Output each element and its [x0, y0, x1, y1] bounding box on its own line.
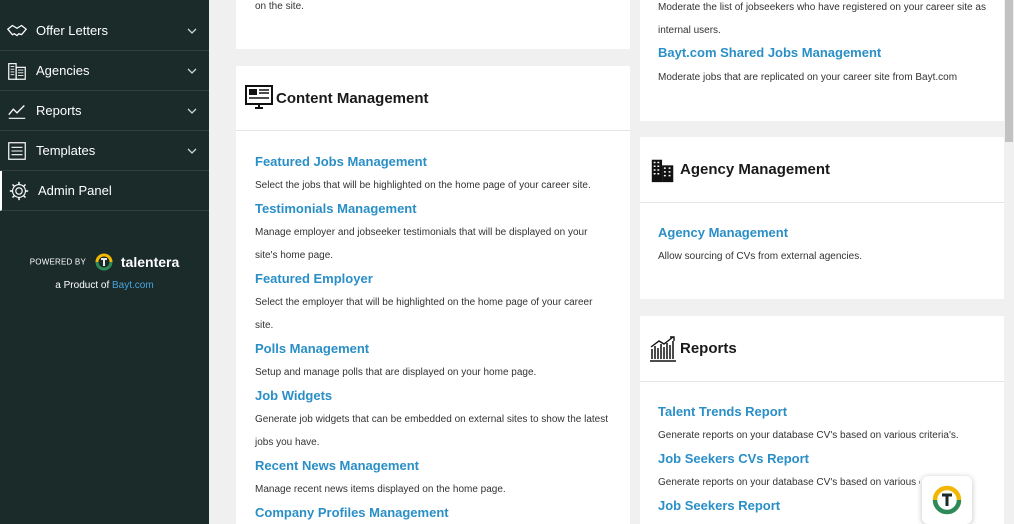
card-header: Agency Management — [640, 137, 1004, 203]
talentera-logo-icon — [95, 253, 113, 271]
document-icon — [8, 141, 26, 160]
handshake-icon — [6, 24, 28, 36]
agency-management-link[interactable]: Agency Management — [658, 225, 788, 240]
card-header: Reports — [640, 316, 1004, 382]
gear-icon — [9, 181, 29, 200]
chevron-down-icon — [187, 148, 197, 154]
bayt-shared-jobs-link[interactable]: Bayt.com Shared Jobs Management — [658, 45, 881, 60]
talent-trends-link[interactable]: Talent Trends Report — [658, 404, 787, 419]
card-description: jobs you have. — [255, 437, 320, 448]
powered-by-label: POWERED BY — [29, 257, 86, 267]
job-widgets-link[interactable]: Job Widgets — [255, 388, 332, 403]
card-description: Generate reports on your database CV's b… — [658, 477, 920, 488]
top-right-card: Moderate the list of jobseekers who have… — [640, 0, 1004, 121]
polls-link[interactable]: Polls Management — [255, 341, 369, 356]
company-profiles-link[interactable]: Company Profiles Management — [255, 505, 449, 520]
content-management-card: Content Management Featured Jobs Managem… — [236, 66, 630, 524]
bar-chart-icon — [650, 335, 676, 362]
card-description: Select the employer that will be highlig… — [255, 297, 593, 308]
sidebar-item-templates[interactable]: Templates — [0, 131, 209, 171]
main-content: on the site. Moderate the list of jobsee… — [209, 0, 1014, 524]
card-description: Setup and manage polls that are displaye… — [255, 367, 537, 378]
card-description: site's home page. — [255, 250, 334, 261]
sidebar-item-reports[interactable]: Reports — [0, 91, 209, 131]
page-scrollbar[interactable] — [1004, 0, 1014, 524]
recent-news-link[interactable]: Recent News Management — [255, 458, 419, 473]
sidebar-item-label: Agencies — [36, 63, 90, 78]
card-title: Content Management — [276, 89, 429, 107]
powered-by: POWERED BY talentera — [0, 252, 209, 272]
talentera-logo-icon — [932, 485, 962, 515]
line-chart-icon — [8, 104, 26, 119]
sidebar-item-offer-letters[interactable]: Offer Letters — [0, 11, 209, 51]
card-description: Moderate jobs that are replicated on you… — [658, 72, 958, 83]
sidebar-item-admin-panel[interactable]: Admin Panel — [0, 171, 209, 211]
bayt-link[interactable]: Bayt.com — [112, 280, 154, 291]
card-description: Moderate the list of jobseekers who have… — [658, 2, 986, 13]
card-description: Manage recent news items displayed on th… — [255, 484, 506, 495]
featured-employer-link[interactable]: Featured Employer — [255, 271, 373, 286]
card-header: Content Management — [236, 66, 630, 131]
card-description: site. — [255, 320, 274, 331]
card-title: Agency Management — [680, 161, 831, 178]
product-prefix: a Product of — [55, 280, 110, 291]
job-seekers-report-link[interactable]: Job Seekers Report — [658, 498, 780, 513]
card-description: internal users. — [658, 25, 721, 36]
sidebar-item-label: Reports — [36, 103, 82, 118]
card-description: Generate job widgets that can be embedde… — [255, 414, 608, 425]
top-left-card: on the site. — [236, 0, 630, 49]
chevron-down-icon — [187, 28, 197, 34]
card-description: Manage employer and jobseeker testimonia… — [255, 227, 588, 238]
sidebar: Offer Letters Agencies Reports Templates… — [0, 0, 209, 524]
featured-jobs-link[interactable]: Featured Jobs Management — [255, 154, 427, 169]
chevron-down-icon — [187, 68, 197, 74]
agency-management-card: Agency Management Agency Management Allo… — [640, 137, 1004, 299]
sidebar-item-agencies[interactable]: Agencies — [0, 51, 209, 91]
sidebar-item-label: Admin Panel — [38, 183, 112, 198]
building-icon — [651, 159, 674, 182]
job-seekers-cvs-link[interactable]: Job Seekers CVs Report — [658, 451, 809, 466]
card-description: Select the jobs that will be highlighted… — [255, 180, 591, 191]
sidebar-item-label: Offer Letters — [36, 23, 109, 38]
scrollbar-thumb[interactable] — [1005, 0, 1013, 142]
building-icon — [8, 62, 26, 80]
product-of: a Product of Bayt.com — [0, 280, 209, 291]
sidebar-item-label: Templates — [36, 143, 96, 158]
card-title: Reports — [680, 340, 737, 357]
card-description: on the site. — [255, 1, 304, 12]
testimonials-link[interactable]: Testimonials Management — [255, 201, 417, 216]
monitor-icon — [245, 85, 273, 109]
card-description: Allow sourcing of CVs from external agen… — [658, 251, 862, 262]
card-description: Generate reports on your database CV's b… — [658, 430, 959, 441]
brand-name: talentera — [120, 254, 180, 270]
chevron-down-icon — [187, 108, 197, 114]
talentera-assistant-button[interactable] — [922, 476, 972, 524]
